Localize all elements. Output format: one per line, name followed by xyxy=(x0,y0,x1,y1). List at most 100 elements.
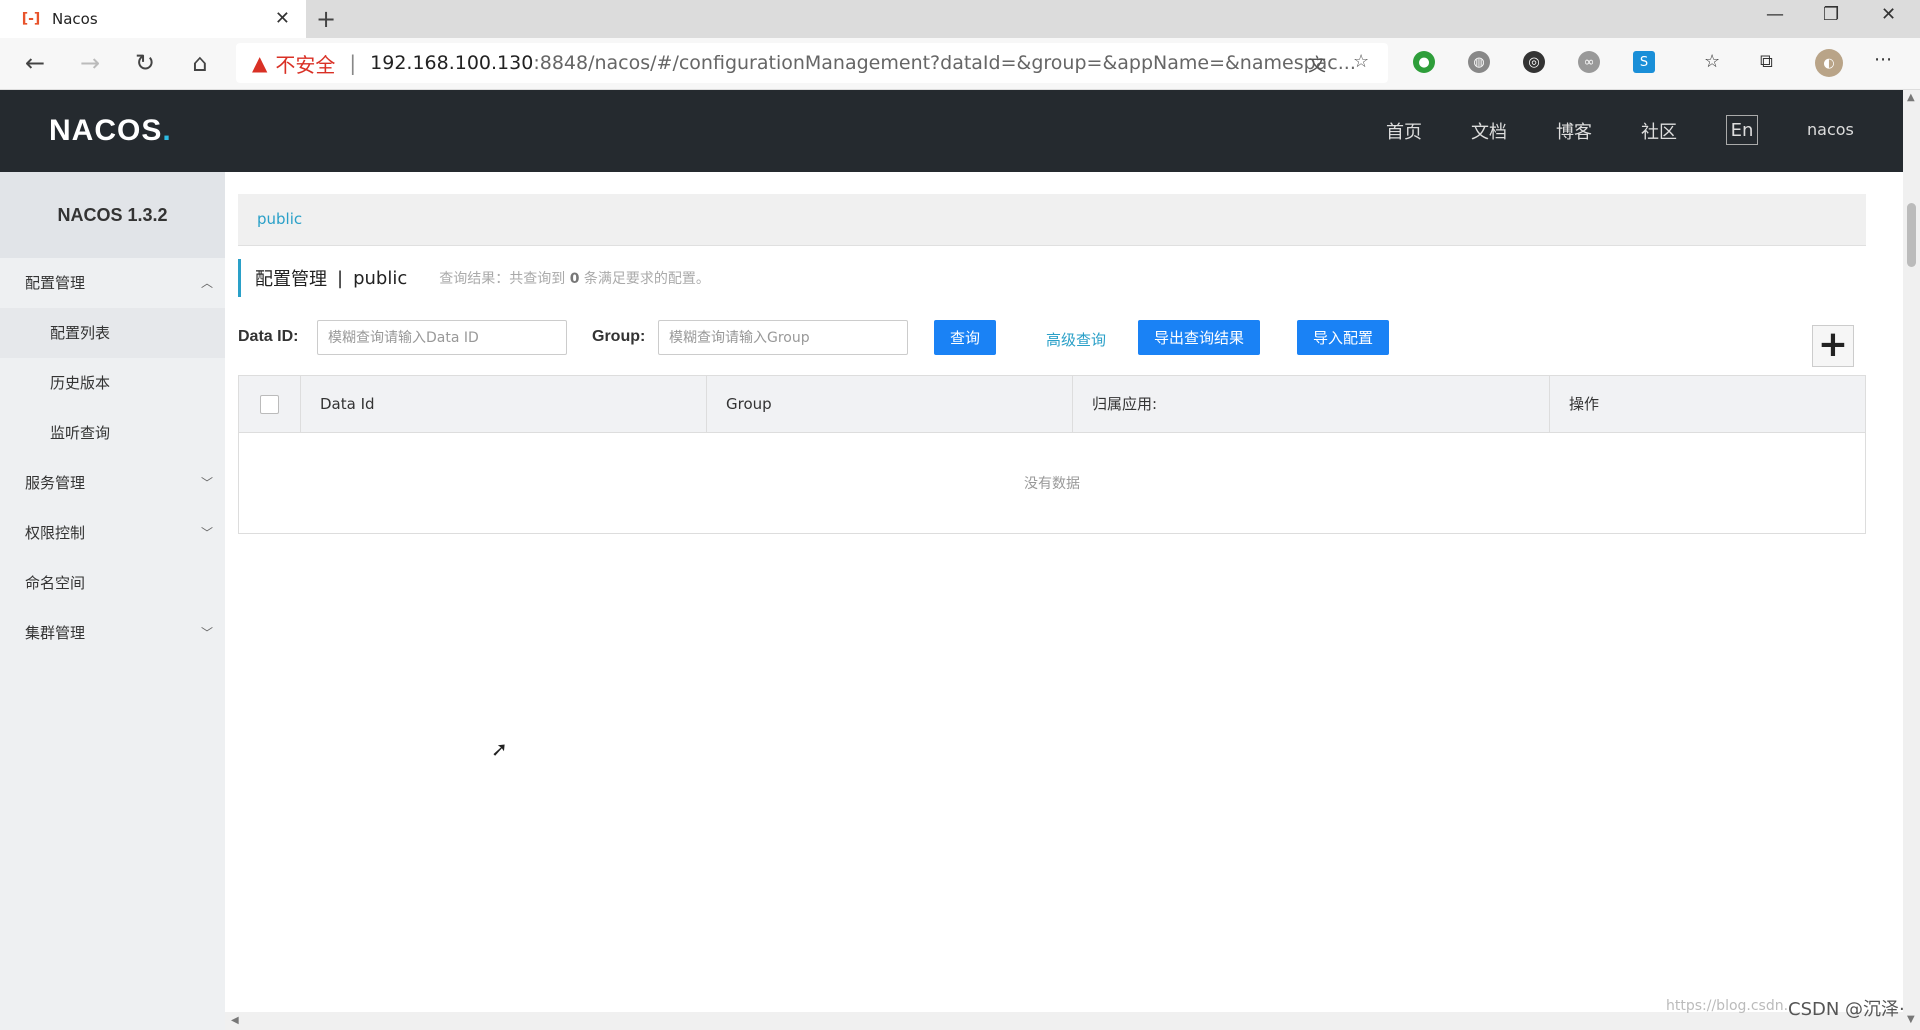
sidebar-item-label: 集群管理 xyxy=(25,624,86,642)
namespace-tab-public[interactable]: public xyxy=(257,210,302,228)
extension-icon[interactable]: ● xyxy=(1413,51,1435,73)
sidebar-item-namespace[interactable]: 命名空间 xyxy=(0,558,225,608)
sidebar-item-label: 服务管理 xyxy=(25,474,86,492)
column-actions: 操作 xyxy=(1549,376,1865,433)
query-button[interactable]: 查询 xyxy=(934,320,996,355)
restore-icon[interactable]: ❐ xyxy=(1823,4,1839,25)
sidebar-item-config-mgmt[interactable]: 配置管理 ︿ xyxy=(0,258,225,308)
url-text: 192.168.100.130:8848/nacos/#/configurati… xyxy=(370,52,1356,74)
language-toggle[interactable]: En xyxy=(1726,115,1758,145)
nacos-favicon-icon: [-] xyxy=(21,11,41,27)
sidebar-item-config-list[interactable]: 配置列表 xyxy=(0,308,225,358)
group-label: Group: xyxy=(592,328,646,345)
browser-address-bar: ← → ↻ ⌂ ▲ 不安全 | 192.168.100.130:8848/nac… xyxy=(0,38,1920,90)
select-all-checkbox[interactable] xyxy=(260,395,279,414)
result-suffix: 条满足要求的配置。 xyxy=(579,271,710,287)
home-icon[interactable]: ⌂ xyxy=(185,49,215,77)
url-separator: | xyxy=(349,51,357,75)
column-data-id[interactable]: Data Id xyxy=(300,376,706,433)
warning-icon: ▲ xyxy=(252,51,268,75)
filter-row: Data ID: Group: 查询 高级查询 导出查询结果 导入配置 xyxy=(238,318,1866,358)
sidebar-item-label: 权限控制 xyxy=(25,524,86,542)
group-input[interactable] xyxy=(658,320,908,355)
column-app[interactable]: 归属应用: xyxy=(1072,376,1549,433)
table-header: Data Id Group 归属应用: 操作 xyxy=(239,376,1865,433)
avatar[interactable]: ◐ xyxy=(1815,49,1843,77)
sidebar-item-cluster-mgmt[interactable]: 集群管理 ﹀ xyxy=(0,608,225,658)
more-menu-icon[interactable]: ⋯ xyxy=(1874,49,1892,70)
dataid-input[interactable] xyxy=(317,320,567,355)
logo-dot: . xyxy=(162,114,172,147)
version-label: NACOS 1.3.2 xyxy=(0,172,225,258)
nacos-logo[interactable]: NACOS. xyxy=(49,114,172,148)
scroll-up-icon[interactable]: ▲ xyxy=(1907,92,1915,103)
extension-icon[interactable]: S xyxy=(1633,51,1655,73)
scroll-down-icon[interactable]: ▼ xyxy=(1907,1014,1915,1025)
main-content: public 配置管理 | public 查询结果：共查询到 0 条满足要求的配… xyxy=(225,172,1903,1012)
add-config-button[interactable]: + xyxy=(1812,325,1854,367)
sidebar-item-label: 命名空间 xyxy=(25,574,86,592)
translate-icon[interactable]: 文 xyxy=(1308,51,1326,77)
sidebar-item-history[interactable]: 历史版本 xyxy=(0,358,225,408)
table-body: 没有数据 xyxy=(239,433,1865,533)
forward-icon[interactable]: → xyxy=(75,49,105,77)
column-group[interactable]: Group xyxy=(706,376,1072,433)
chevron-up-icon: ︿ xyxy=(200,276,213,290)
watermark-text: CSDN @沉泽· xyxy=(1788,999,1905,1020)
dataid-label: Data ID: xyxy=(238,328,299,345)
close-tab-icon[interactable]: ✕ xyxy=(275,8,290,29)
nav-docs[interactable]: 文档 xyxy=(1471,118,1507,144)
empty-state: 没有数据 xyxy=(1024,476,1080,492)
sidebar: NACOS 1.3.2 配置管理 ︿ 配置列表 历史版本 监听查询 服务管理 ﹀… xyxy=(0,172,225,1030)
favorite-star-icon[interactable]: ☆ xyxy=(1353,51,1369,72)
namespace-bar: public xyxy=(238,194,1866,246)
vertical-scrollbar[interactable]: ▲ ▼ xyxy=(1903,90,1920,1030)
config-table: Data Id Group 归属应用: 操作 没有数据 xyxy=(238,375,1866,534)
result-prefix: 查询结果：共查询到 xyxy=(439,271,570,287)
url-input[interactable]: ▲ 不安全 | 192.168.100.130:8848/nacos/#/con… xyxy=(236,43,1388,83)
page-title-text: 配置管理 xyxy=(255,269,327,290)
chevron-down-icon: ﹀ xyxy=(200,526,213,540)
scroll-left-icon[interactable]: ◀ xyxy=(231,1015,239,1026)
browser-tab-bar: [-] Nacos ✕ + — ❐ ✕ xyxy=(0,0,1920,38)
page-title-separator: | xyxy=(337,267,344,289)
new-tab-icon[interactable]: + xyxy=(316,5,336,33)
chevron-down-icon: ﹀ xyxy=(200,626,213,640)
result-count: 0 xyxy=(569,271,580,287)
browser-tab[interactable]: [-] Nacos ✕ xyxy=(0,0,306,38)
chevron-down-icon: ﹀ xyxy=(200,476,213,490)
back-icon[interactable]: ← xyxy=(20,49,50,77)
tab-title: Nacos xyxy=(52,10,98,28)
page-title-namespace: public xyxy=(353,267,408,289)
minimize-icon[interactable]: — xyxy=(1766,4,1784,25)
sidebar-item-auth-ctrl[interactable]: 权限控制 ﹀ xyxy=(0,508,225,558)
url-path: :8848/nacos/#/configurationManagement?da… xyxy=(533,52,1356,74)
favorites-list-icon[interactable]: ☆ xyxy=(1704,51,1720,72)
window-close-icon[interactable]: ✕ xyxy=(1881,4,1896,25)
horizontal-scrollbar[interactable]: ◀ xyxy=(225,1012,1903,1030)
page-title: 配置管理 | public 查询结果：共查询到 0 条满足要求的配置。 xyxy=(238,259,710,297)
import-config-button[interactable]: 导入配置 xyxy=(1297,320,1389,355)
url-host: 192.168.100.130 xyxy=(370,52,534,74)
refresh-icon[interactable]: ↻ xyxy=(130,49,160,77)
app-header: NACOS. 首页 文档 博客 社区 En nacos xyxy=(0,90,1903,172)
nav-home[interactable]: 首页 xyxy=(1386,118,1422,144)
scrollbar-thumb[interactable] xyxy=(1907,203,1916,267)
globe-icon[interactable]: ◍ xyxy=(1468,51,1490,73)
user-menu[interactable]: nacos xyxy=(1807,120,1854,139)
sidebar-item-label: 配置管理 xyxy=(25,274,86,292)
mouse-cursor-icon: ➚ xyxy=(491,737,508,761)
collections-icon[interactable]: ⧉ xyxy=(1760,51,1773,72)
nav-community[interactable]: 社区 xyxy=(1641,118,1677,144)
export-results-button[interactable]: 导出查询结果 xyxy=(1138,320,1260,355)
query-result-summary: 查询结果：共查询到 0 条满足要求的配置。 xyxy=(439,268,710,288)
extension-icon[interactable]: ∞ xyxy=(1578,51,1600,73)
logo-text: NACOS xyxy=(49,114,163,147)
insecure-label: 不安全 xyxy=(275,52,336,77)
sidebar-item-listen-query[interactable]: 监听查询 xyxy=(0,408,225,458)
watermark-url: https://blog.csdn. xyxy=(1666,998,1789,1014)
nav-blog[interactable]: 博客 xyxy=(1556,118,1592,144)
advanced-query-link[interactable]: 高级查询 xyxy=(1046,329,1106,350)
extension-icon[interactable]: ◎ xyxy=(1523,51,1545,73)
sidebar-item-service-mgmt[interactable]: 服务管理 ﹀ xyxy=(0,458,225,508)
